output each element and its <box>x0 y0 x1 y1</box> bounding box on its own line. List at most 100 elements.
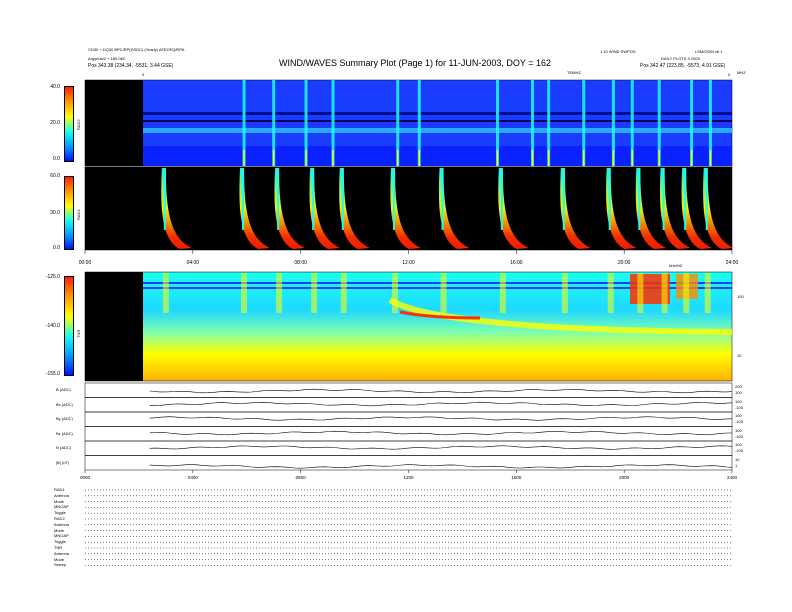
mag-row-right-tick-3-1: -100 <box>735 433 744 439</box>
rad2-burst-10 <box>611 80 615 166</box>
rad2-burst-8 <box>547 80 551 166</box>
status-rows <box>85 489 732 566</box>
mag-row-frame-2 <box>84 411 733 427</box>
rad1-background <box>84 166 733 251</box>
rad2-burst-core-12 <box>658 150 660 166</box>
mag-row-label-5: |B| (nT) <box>56 459 70 465</box>
rad2-burst-core-10 <box>612 150 615 166</box>
mag-row-right-tick-4-0: 100 <box>735 442 742 447</box>
status-row-label-12: Mode <box>54 556 65 562</box>
tnr-burst-2 <box>276 273 283 313</box>
rad1-xtick-label-6: 24:00 <box>726 260 739 266</box>
tnr-burst-1 <box>241 273 248 313</box>
rad2-burst-core-9 <box>583 150 585 166</box>
mag-row-frame-0 <box>84 382 733 398</box>
tnr-burst-13 <box>704 273 711 313</box>
rad2-burst-core-14 <box>709 150 712 166</box>
rad1-xtick-label-1: 04:00 <box>187 260 200 266</box>
mag-row-right-tick-0-1: 100 <box>735 390 742 395</box>
tnr-burst-7 <box>499 273 506 313</box>
rad2-burst-core-5 <box>418 150 420 166</box>
status-row-label-0: RAD1 <box>54 487 65 492</box>
mag-row-right-tick-2-0: 100 <box>735 413 742 418</box>
mag-xtick-label-2: 0800 <box>296 475 307 480</box>
rad1-panel <box>84 166 734 251</box>
mag-xtick-label-4: 1600 <box>511 475 522 480</box>
mag-row-right-tick-4-1: -100 <box>735 448 744 453</box>
tnr-right-tick-100: 100 <box>737 294 744 299</box>
rad1-xtick-label-2: 08:00 <box>294 260 307 266</box>
rad2-burst-3 <box>331 80 335 166</box>
mag-xtick-label-6: 2400 <box>727 475 738 480</box>
rad2-panel <box>84 79 733 167</box>
status-row-label-13: Sweep <box>54 562 67 568</box>
rad2-burst-4 <box>396 80 400 166</box>
tnr-burst-0 <box>162 273 169 313</box>
mag-line-0 <box>149 388 733 394</box>
rad2-band-2 <box>143 120 732 122</box>
status-row-label-1: Antenna <box>54 492 69 498</box>
tnr-burst-10 <box>637 273 644 313</box>
tnr-burst-6 <box>440 273 447 313</box>
rad2-burst-core-7 <box>531 150 534 166</box>
tnr-burst-3 <box>311 273 318 313</box>
summary-plot: 00:00 04:00 08:00 12:00 16:00 20:00 24:00 0000… <box>79 79 739 566</box>
mag-row-frame-5 <box>84 455 733 471</box>
mag-row-right-tick-2-1: -100 <box>735 419 744 424</box>
rad2-burst-core-8 <box>547 150 550 166</box>
mag-xtick-label-5: 2000 <box>619 475 630 480</box>
tnr-burst-4 <box>340 273 347 313</box>
mag-row-label-2: By (ADC) <box>56 416 73 421</box>
rad1-xtick-label-3: 12:00 <box>402 260 415 266</box>
rad2-band-3 <box>143 128 732 133</box>
rad2-burst-2 <box>304 80 308 166</box>
tnr-burst-12 <box>683 273 690 313</box>
mag-line-4 <box>149 445 733 450</box>
rad2-burst-12 <box>657 80 661 166</box>
rad2-burst-core-13 <box>690 150 693 166</box>
mag-row-label-3: Bz (ADC) <box>56 430 73 436</box>
status-row-label-7: Mode <box>54 527 65 533</box>
mag-line-1 <box>149 401 733 407</box>
mag-row-right-tick-3-0: 100 <box>735 427 742 433</box>
mag-row-label-1: Bx (ADC) <box>56 401 73 407</box>
rad2-burst-core-6 <box>496 150 499 166</box>
mag-row-right-tick-1-0: 100 <box>735 398 742 404</box>
tnr-burst-11 <box>661 273 668 313</box>
mag-row-right-tick-5-1: 1 <box>735 462 738 468</box>
rad2-burst-core-3 <box>332 150 334 166</box>
rad2-burst-core-1 <box>273 150 275 166</box>
tnr-burst-9 <box>607 273 614 313</box>
rad1-xtick-label-5: 20:00 <box>618 260 631 266</box>
status-row-label-6: Antenna <box>54 521 69 527</box>
rad2-burst-core-11 <box>631 150 633 166</box>
mag-xtick-label-1: 0400 <box>188 475 199 480</box>
tnr-right-tick-10: 10 <box>737 353 742 358</box>
rad2-burst-core-0 <box>243 150 245 166</box>
status-row-label-5: RAD2 <box>54 516 65 521</box>
rad2-burst-0 <box>242 80 246 166</box>
rad2-burst-6 <box>495 80 499 166</box>
status-row-label-4: Toggle <box>54 510 66 516</box>
mag-row-right-tick-5-0: 10 <box>735 456 740 462</box>
tnr-burst-5 <box>392 273 399 313</box>
status-row-label-2: Mode <box>54 498 65 504</box>
mag-time-axis: 0000 0400 0800 1200 1600 2000 2400 <box>80 470 738 480</box>
mag-xtick-label-3: 1200 <box>403 475 414 480</box>
mag-xtick-label-0: 0000 <box>80 475 91 480</box>
mag-row-label-4: N (ADC) <box>56 445 72 450</box>
rad2-burst-core-4 <box>397 150 399 166</box>
mag-line-2 <box>149 416 733 421</box>
status-row-label-3: MNOAP <box>54 504 69 510</box>
rad2-burst-11 <box>630 80 634 166</box>
mag-row-right-tick-1-1: -100 <box>735 404 744 410</box>
rad2-burst-5 <box>417 80 421 166</box>
rad1-time-axis: 00:00 04:00 08:00 12:00 16:00 20:00 24:00 <box>79 250 739 266</box>
mag-line-5 <box>149 464 733 469</box>
rad2-burst-1 <box>272 80 276 166</box>
rad2-band-4 <box>143 146 732 166</box>
rad2-burst-7 <box>531 80 535 166</box>
status-row-label-8: MNOAP <box>54 533 69 539</box>
rad2-burst-13 <box>690 80 694 166</box>
mag-row-label-0: B (ADC) <box>56 387 71 392</box>
